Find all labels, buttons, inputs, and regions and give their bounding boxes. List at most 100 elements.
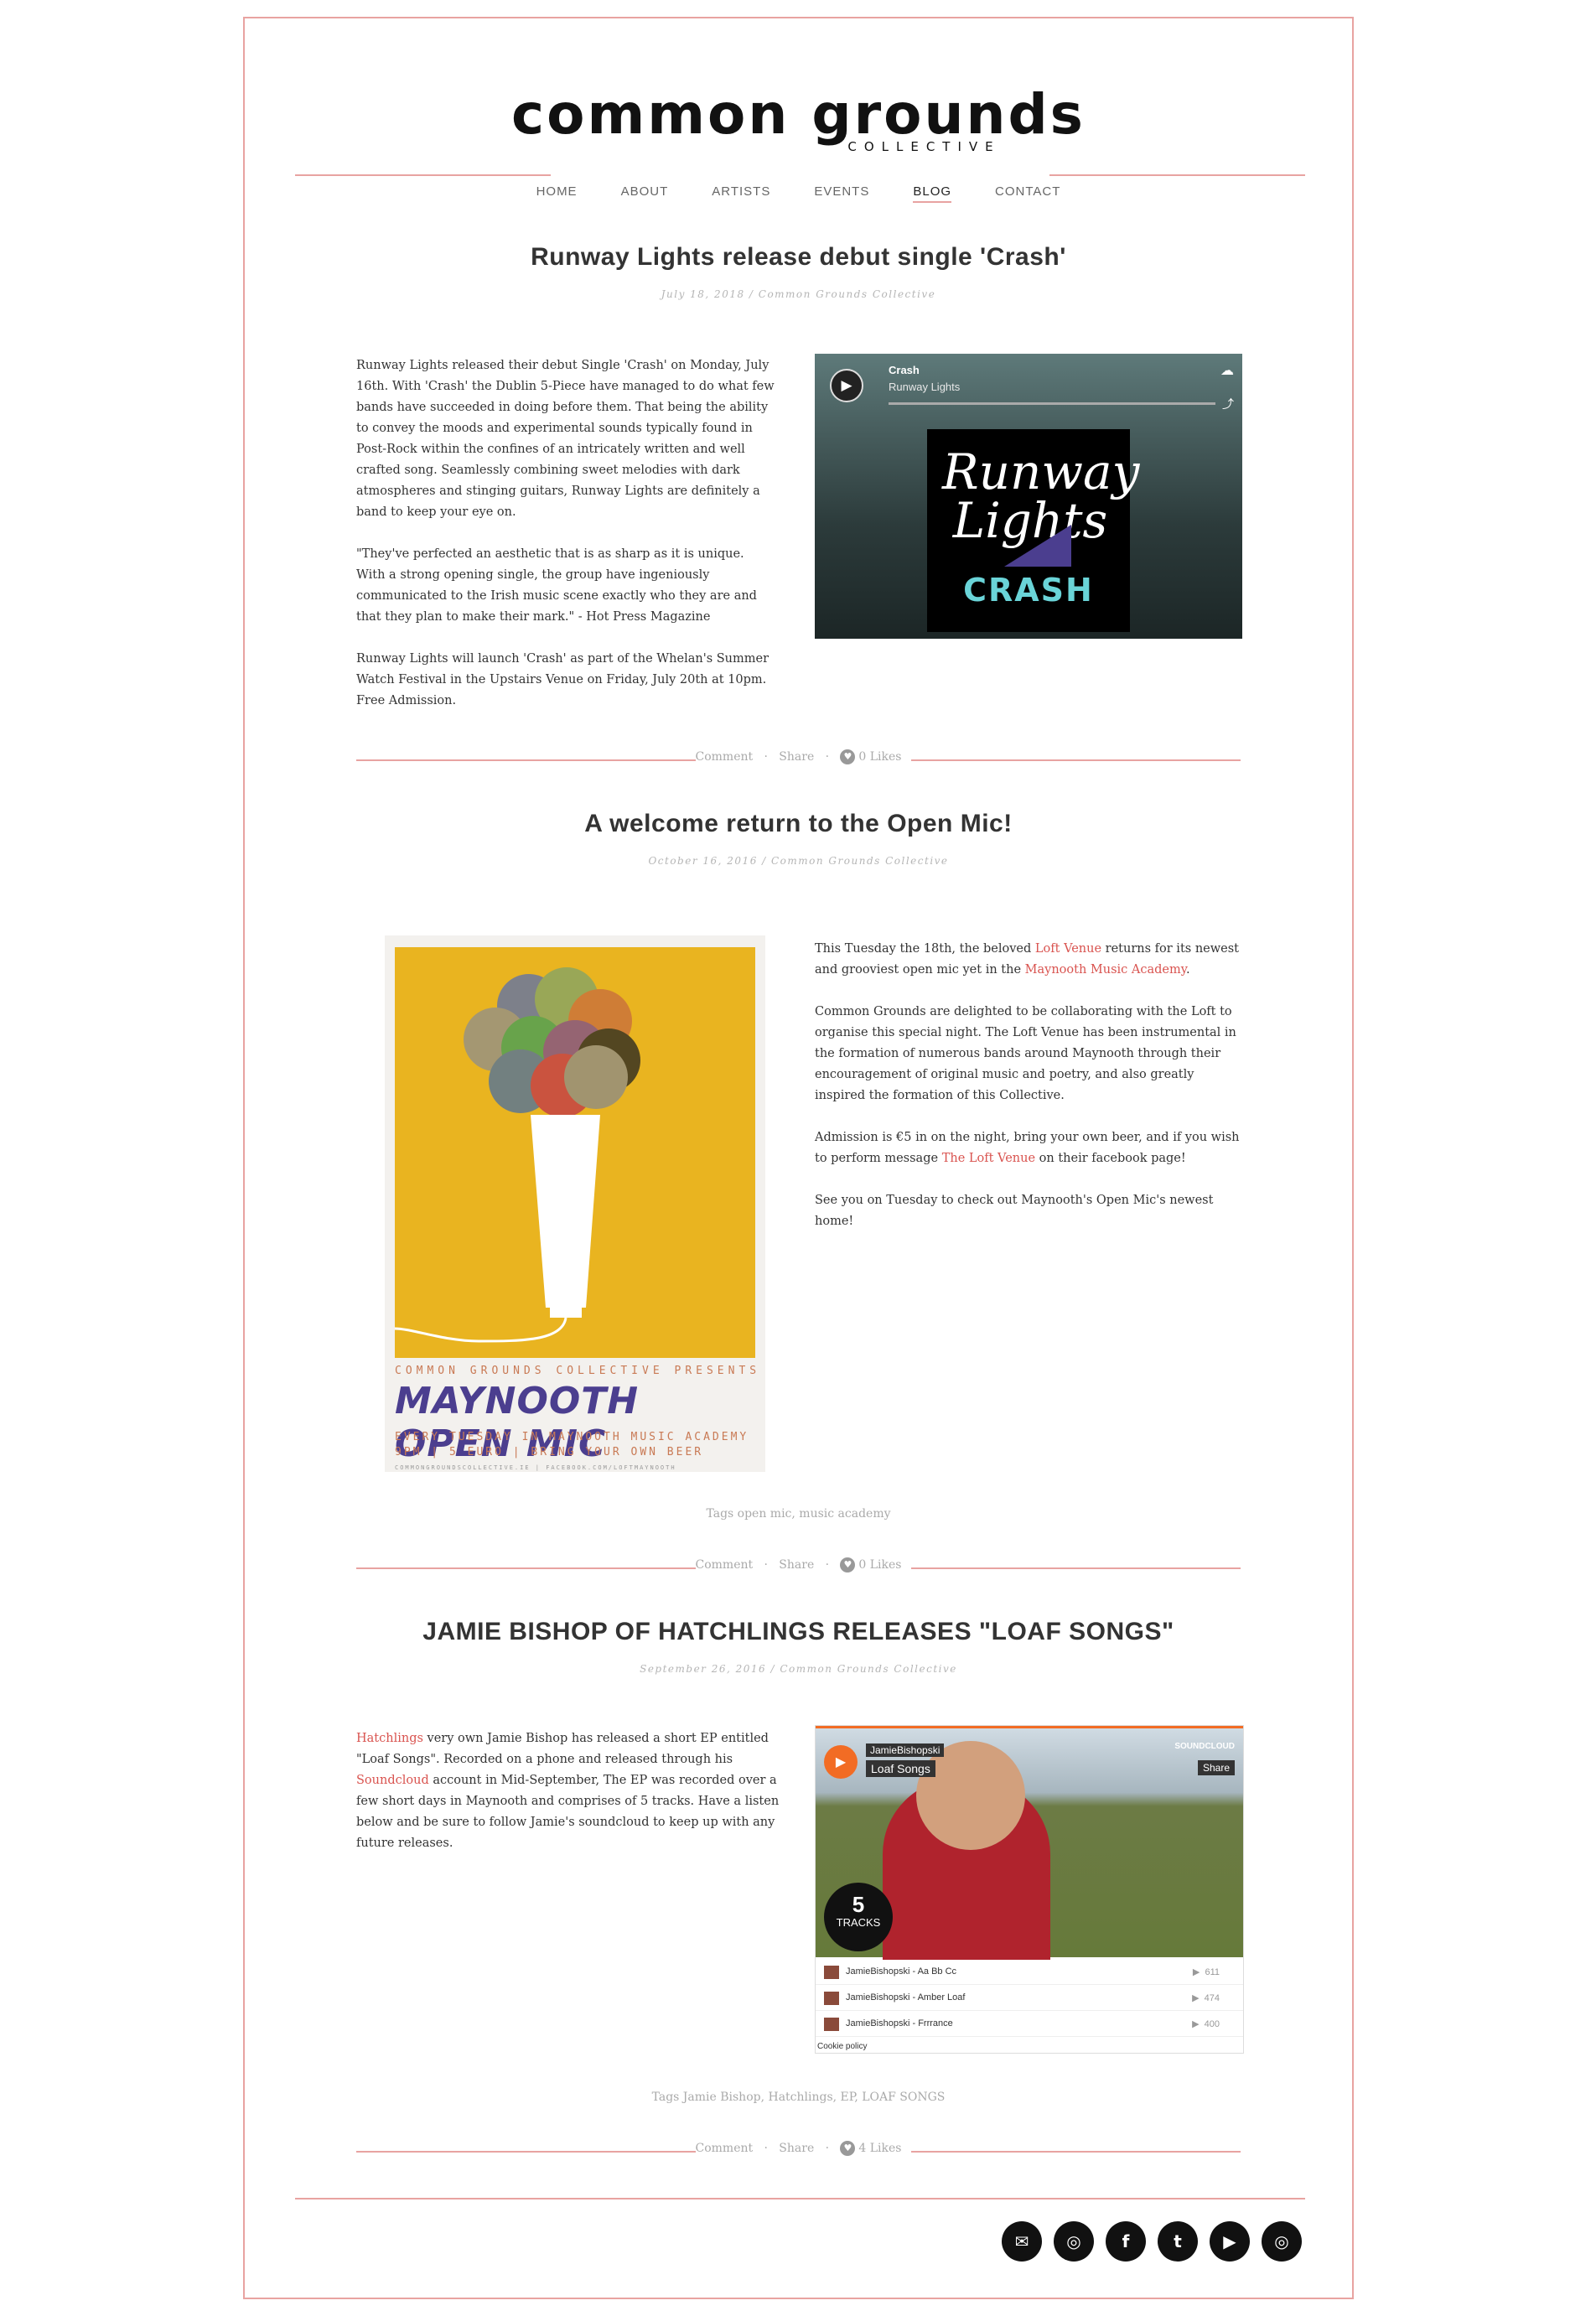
- twitter-icon[interactable]: t: [1158, 2221, 1198, 2262]
- like-count: 0 Likes: [858, 1558, 902, 1572]
- play-button[interactable]: ▶: [830, 369, 863, 402]
- paragraph: See you on Tuesday to check out Maynooth…: [815, 1194, 1214, 1228]
- page-frame: common grounds COLLECTIVE HOME ABOUT ART…: [243, 17, 1354, 2299]
- nav-about[interactable]: ABOUT: [621, 184, 669, 203]
- soundcloud-link[interactable]: Soundcloud: [356, 1774, 429, 1787]
- nav-blog[interactable]: BLOG: [913, 184, 952, 203]
- text: This Tuesday the 18th, the beloved: [815, 942, 1035, 956]
- share-icon[interactable]: ⤴: [1222, 396, 1234, 412]
- play-count: ▶ 611: [1192, 1967, 1220, 1977]
- open-mic-poster[interactable]: COMMON GROUNDS COLLECTIVE PRESENTS MAYNO…: [385, 935, 765, 1472]
- soundcloud-logo-icon[interactable]: ☁: [1220, 362, 1234, 378]
- youtube-icon[interactable]: ▶: [1210, 2221, 1250, 2262]
- play-count-value: 400: [1204, 2019, 1220, 2029]
- nav-events[interactable]: EVENTS: [814, 184, 869, 203]
- logo-text: common grounds: [511, 82, 1086, 147]
- nav-home[interactable]: HOME: [536, 184, 578, 203]
- artwork-head: [916, 1741, 1025, 1850]
- track-row[interactable]: JamieBishopski - Aa Bb Cc ▶ 611: [816, 1959, 1243, 1985]
- paragraph: Runway Lights will launch 'Crash' as par…: [356, 652, 770, 707]
- play-button[interactable]: ▶: [824, 1745, 858, 1779]
- email-icon[interactable]: ✉: [1002, 2221, 1042, 2262]
- social-links: ✉ ◎ f t ▶ ◎: [1002, 2221, 1302, 2262]
- nav-artists[interactable]: ARTISTS: [712, 184, 770, 203]
- play-count: ▶ 400: [1192, 2019, 1220, 2029]
- progress-bar[interactable]: [889, 402, 1215, 405]
- share-link[interactable]: Share: [779, 1558, 814, 1572]
- nav-contact[interactable]: CONTACT: [995, 184, 1060, 203]
- post-meta: September 26, 2016 / Common Grounds Coll…: [640, 1663, 957, 1675]
- track-name: JamieBishopski - Aa Bb Cc: [846, 1966, 957, 1977]
- post-body: Hatchlings very own Jamie Bishop has rel…: [356, 1728, 784, 1875]
- track-count: 5: [852, 1892, 865, 1917]
- album-art: Runway Lights CRASH: [927, 429, 1139, 632]
- poster-artwork: [394, 947, 755, 1358]
- site-logo[interactable]: common grounds COLLECTIVE: [245, 82, 1352, 155]
- paragraph: Runway Lights released their debut Singl…: [356, 359, 775, 519]
- share-link[interactable]: Share: [779, 750, 814, 764]
- heart-icon: ♥: [840, 749, 856, 764]
- post-title[interactable]: Runway Lights release debut single 'Cras…: [245, 243, 1352, 272]
- post-actions: Comment · Share · ♥ 4 Likes: [356, 2141, 1241, 2161]
- comment-link[interactable]: Comment: [696, 750, 754, 764]
- poster-presents: COMMON GROUNDS COLLECTIVE PRESENTS: [395, 1365, 761, 1377]
- heart-icon: ♥: [840, 2141, 856, 2156]
- poster-line: EVERY TUESDAY IN MAYNOOTH MUSIC ACADEMY: [395, 1431, 749, 1443]
- track-row[interactable]: JamieBishopski - Frrrance ▶ 400: [816, 2011, 1243, 2037]
- post-title[interactable]: JAMIE BISHOP OF HATCHLINGS RELEASES "LOA…: [245, 1618, 1352, 1646]
- facebook-icon[interactable]: f: [1106, 2221, 1146, 2262]
- music-academy-link[interactable]: Maynooth Music Academy: [1025, 963, 1186, 977]
- post-body: Runway Lights released their debut Singl…: [356, 355, 775, 733]
- soundcloud-brand[interactable]: SOUNDCLOUD: [1174, 1742, 1235, 1751]
- nav-divider-right: [1049, 174, 1305, 176]
- track-thumbnail: [824, 1966, 839, 1979]
- comment-link[interactable]: Comment: [696, 2142, 754, 2155]
- instagram-icon[interactable]: ◎: [1262, 2221, 1302, 2262]
- nav-divider-left: [295, 174, 551, 176]
- play-count-value: 474: [1204, 1993, 1220, 2003]
- track-artist[interactable]: Runway Lights: [889, 381, 960, 393]
- post-meta: October 16, 2016 / Common Grounds Collec…: [648, 855, 949, 867]
- loft-venue-link[interactable]: Loft Venue: [1035, 942, 1101, 956]
- paragraph: Common Grounds are delighted to be colla…: [815, 1005, 1236, 1102]
- hatchlings-link[interactable]: Hatchlings: [356, 1732, 423, 1745]
- track-thumbnail: [824, 2018, 839, 2031]
- post-tags[interactable]: Tags open mic, music academy: [245, 1507, 1352, 1521]
- poster-line: COMMONGROUNDSCOLLECTIVE.IE | FACEBOOK.CO…: [395, 1464, 676, 1471]
- track-name: JamieBishopski - Amber Loaf: [846, 1992, 966, 2003]
- share-button[interactable]: Share: [1197, 1760, 1235, 1775]
- heart-icon: ♥: [840, 1557, 856, 1572]
- comment-link[interactable]: Comment: [696, 1558, 754, 1572]
- like-button[interactable]: ♥ 4 Likes: [840, 2141, 901, 2156]
- like-count: 0 Likes: [858, 750, 902, 764]
- paragraph: This Tuesday the 18th, the beloved Loft …: [815, 939, 1242, 981]
- playlist-artwork: ▶ JamieBishopski Loaf Songs SOUNDCLOUD S…: [816, 1726, 1243, 1960]
- paragraph: "They've perfected an aesthetic that is …: [356, 547, 757, 624]
- paragraph: Admission is €5 in on the night, bring y…: [815, 1127, 1242, 1169]
- like-button[interactable]: ♥ 0 Likes: [840, 1557, 902, 1572]
- track-row[interactable]: JamieBishopski - Amber Loaf ▶ 474: [816, 1985, 1243, 2011]
- post-title[interactable]: A welcome return to the Open Mic!: [245, 810, 1352, 838]
- main-nav: HOME ABOUT ARTISTS EVENTS BLOG CONTACT: [245, 184, 1352, 203]
- cookie-policy-link[interactable]: Cookie policy: [817, 2042, 867, 2051]
- loft-venue-link[interactable]: The Loft Venue: [942, 1152, 1035, 1165]
- track-thumbnail: [824, 1992, 839, 2005]
- track-name: JamieBishopski - Frrrance: [846, 2018, 953, 2028]
- post-tags[interactable]: Tags Jamie Bishop, Hatchlings, EP, LOAF …: [245, 2091, 1352, 2104]
- play-count-value: 611: [1205, 1967, 1220, 1977]
- track-title[interactable]: Crash: [889, 364, 920, 376]
- post-meta: July 18, 2018 / Common Grounds Collectiv…: [661, 288, 936, 300]
- playlist-title[interactable]: Loaf Songs: [866, 1760, 935, 1777]
- like-button[interactable]: ♥ 0 Likes: [840, 749, 902, 764]
- play-count: ▶ 474: [1192, 1993, 1220, 2003]
- playlist-user[interactable]: JamieBishopski: [866, 1743, 945, 1757]
- track-count-label: TRACKS: [836, 1916, 881, 1929]
- share-link[interactable]: Share: [779, 2142, 814, 2155]
- microphone-icon: [394, 967, 640, 1343]
- text: on their facebook page!: [1035, 1152, 1186, 1165]
- album-art-title: CRASH: [963, 572, 1094, 609]
- soundcloud-player: ▶ Crash Runway Lights ☁ ⤴ Runway Lights …: [815, 354, 1242, 639]
- instagram-icon[interactable]: ◎: [1054, 2221, 1094, 2262]
- poster-details: EVERY TUESDAY IN MAYNOOTH MUSIC ACADEMY …: [395, 1430, 749, 1475]
- track-count-badge: 5 TRACKS: [824, 1883, 893, 1951]
